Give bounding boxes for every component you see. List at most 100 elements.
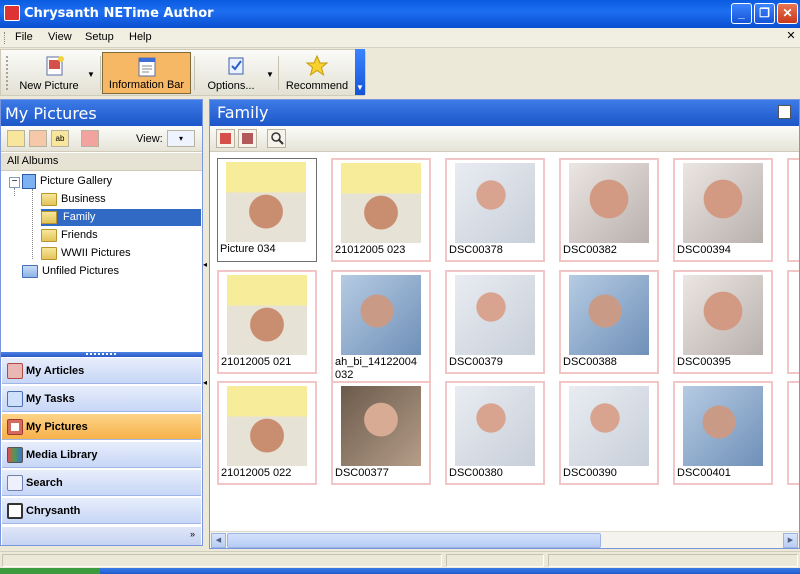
picture-thumbnail[interactable]: DSC00394 — [673, 158, 773, 262]
picture-thumbnail[interactable]: DSC00379 — [445, 270, 545, 374]
recommend-button[interactable]: Recommend — [281, 52, 353, 94]
picture-thumbnail[interactable]: DSC00378 — [445, 158, 545, 262]
picture-thumbnail[interactable]: DSC00401 — [673, 381, 773, 485]
start-button[interactable] — [0, 568, 100, 574]
picture-thumbnail[interactable]: DSC00395 — [673, 270, 773, 374]
options-button[interactable]: Options... ▼ — [197, 52, 275, 94]
status-cell — [2, 554, 442, 567]
new-picture-dropdown-icon[interactable]: ▼ — [87, 70, 95, 79]
nav-label: Search — [26, 477, 63, 489]
toolbar-separator — [278, 56, 279, 90]
view-label: View: — [136, 133, 163, 145]
picture-image[interactable] — [569, 386, 649, 466]
folder-icon — [41, 228, 57, 242]
delete-album-icon[interactable] — [29, 130, 47, 147]
scroll-left-icon[interactable]: ◀ — [211, 533, 226, 548]
toolbar-separator — [194, 56, 195, 90]
horizontal-scrollbar[interactable]: ◀ ▶ — [210, 531, 799, 548]
nav-more-bar[interactable]: » — [2, 527, 201, 545]
more-chevron-icon[interactable]: » — [190, 529, 195, 539]
nav-chrysanth[interactable]: Chrysanth — [2, 497, 201, 524]
scrollbar-thumb[interactable] — [227, 533, 601, 548]
remove-picture-icon[interactable] — [238, 129, 257, 148]
nav-label: My Tasks — [26, 393, 75, 405]
picture-thumbnail[interactable]: DSC00388 — [559, 270, 659, 374]
nav-search[interactable]: Search — [2, 469, 201, 496]
view-mode-icon[interactable]: ▾ — [167, 130, 195, 147]
picture-thumbnail-partial[interactable] — [787, 270, 799, 374]
title-bar[interactable]: Chrysanth NETime Author _ ❐ ✕ — [0, 0, 800, 28]
new-album-icon[interactable] — [7, 130, 25, 147]
picture-image[interactable] — [569, 275, 649, 355]
toolbar-overflow-icon[interactable]: ▼ — [355, 49, 365, 95]
zoom-picture-icon[interactable] — [267, 129, 286, 148]
picture-caption: DSC00388 — [563, 356, 617, 368]
picture-image[interactable] — [341, 386, 421, 466]
tree-line — [32, 189, 33, 259]
app-window: Chrysanth NETime Author _ ❐ ✕ File View … — [0, 0, 800, 574]
new-picture-button[interactable]: New Picture ▼ — [13, 52, 97, 94]
tree-item-friends[interactable]: Friends — [41, 227, 98, 244]
all-albums-header[interactable]: All Albums — [1, 153, 202, 171]
picture-thumbnail[interactable]: 21012005 023 — [331, 158, 431, 262]
picture-image[interactable] — [683, 163, 763, 243]
collapse-icon[interactable]: − — [9, 177, 20, 188]
information-bar-button[interactable]: Information Bar — [102, 52, 191, 94]
nav-my-tasks[interactable]: My Tasks — [2, 385, 201, 412]
document-close-icon[interactable]: ✕ — [784, 30, 798, 44]
picture-image[interactable] — [341, 163, 421, 243]
album-properties-icon[interactable] — [81, 130, 99, 147]
picture-thumbnail[interactable]: DSC00382 — [559, 158, 659, 262]
picture-caption: DSC00378 — [449, 244, 503, 256]
tree-item-business[interactable]: Business — [41, 191, 106, 208]
pictures-icon — [7, 419, 23, 435]
picture-thumbnail-partial[interactable] — [787, 158, 799, 262]
restore-icon[interactable]: ❐ — [754, 3, 775, 24]
scroll-right-icon[interactable]: ▶ — [783, 533, 798, 548]
tree-item-family[interactable]: Family — [41, 209, 201, 226]
picture-thumbnail[interactable]: ah_bi_14122004 032 — [331, 270, 431, 387]
app-icon — [4, 5, 20, 21]
picture-thumbnail[interactable]: DSC00380 — [445, 381, 545, 485]
picture-image[interactable] — [341, 275, 421, 355]
picture-image[interactable] — [226, 162, 306, 242]
nav-media-library[interactable]: Media Library — [2, 441, 201, 468]
gallery-icon — [22, 173, 36, 189]
options-label: Options... — [207, 80, 255, 92]
picture-thumbnail[interactable]: Picture 034 — [217, 158, 317, 262]
menu-file[interactable]: File — [15, 31, 33, 43]
picture-image[interactable] — [569, 163, 649, 243]
picture-image[interactable] — [455, 386, 535, 466]
nav-my-pictures[interactable]: My Pictures — [2, 413, 201, 440]
tree-item-unfiled-pictures[interactable]: Unfiled Pictures — [22, 263, 119, 280]
options-dropdown-icon[interactable]: ▼ — [266, 70, 274, 79]
picture-thumbnail[interactable]: DSC00390 — [559, 381, 659, 485]
folder-icon — [41, 210, 57, 224]
picture-image[interactable] — [455, 163, 535, 243]
picture-image[interactable] — [683, 275, 763, 355]
search-icon — [7, 475, 23, 491]
add-picture-icon[interactable] — [216, 129, 235, 148]
nav-my-articles[interactable]: My Articles — [2, 357, 201, 384]
rename-album-icon[interactable]: ab — [51, 130, 69, 147]
picture-image[interactable] — [683, 386, 763, 466]
menu-setup[interactable]: Setup — [85, 31, 114, 43]
close-icon[interactable]: ✕ — [777, 3, 798, 24]
unfiled-folder-icon — [22, 264, 38, 278]
picture-caption: 21012005 023 — [335, 244, 406, 256]
media-library-icon — [7, 447, 23, 463]
menu-view[interactable]: View — [48, 31, 72, 43]
menu-help[interactable]: Help — [129, 31, 152, 43]
minimize-icon[interactable]: _ — [731, 3, 752, 24]
panel-options-icon[interactable] — [778, 105, 791, 119]
picture-thumbnail[interactable]: 21012005 021 — [217, 270, 317, 374]
picture-image[interactable] — [455, 275, 535, 355]
picture-thumbnail-partial[interactable] — [787, 381, 799, 485]
picture-thumbnail[interactable]: 21012005 022 — [217, 381, 317, 485]
picture-image[interactable] — [227, 275, 307, 355]
picture-thumbnail[interactable]: DSC00377 — [331, 381, 431, 485]
tree-root-picture-gallery[interactable]: Picture Gallery — [22, 173, 112, 190]
picture-caption: DSC00390 — [563, 467, 617, 479]
tree-item-wwii-pictures[interactable]: WWII Pictures — [41, 245, 131, 262]
picture-image[interactable] — [227, 386, 307, 466]
